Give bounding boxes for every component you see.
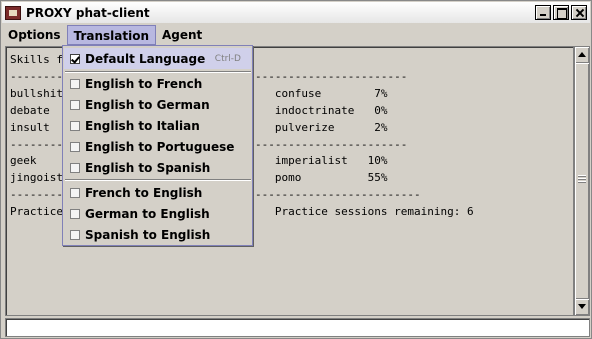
menu-item-spanish-to-english[interactable]: Spanish to English <box>64 224 251 245</box>
app-window: PROXY phat-client Options Translation Ag… <box>0 0 592 339</box>
menu-item-label: English to Italian <box>85 118 200 133</box>
scroll-down-icon[interactable] <box>575 299 589 315</box>
checkbox-icon <box>70 229 80 240</box>
scroll-up-icon[interactable] <box>575 47 589 63</box>
checkbox-icon <box>70 99 80 110</box>
vertical-scrollbar[interactable] <box>574 46 590 316</box>
scroll-thumb[interactable] <box>575 63 589 299</box>
checkbox-icon <box>70 78 80 89</box>
menu-item-english-to-portuguese[interactable]: English to Portuguese <box>64 136 251 157</box>
checkbox-icon <box>70 162 80 173</box>
checkbox-icon <box>70 120 80 131</box>
app-icon <box>5 5 21 20</box>
menu-agent[interactable]: Agent <box>156 25 208 45</box>
menu-item-english-to-spanish[interactable]: English to Spanish <box>64 157 251 178</box>
menu-item-label: English to French <box>85 76 203 91</box>
menu-item-label: Spanish to English <box>85 227 211 242</box>
menu-item-accelerator: Ctrl-D <box>214 53 241 64</box>
menu-item-label: French to English <box>85 185 203 200</box>
menu-item-label: Default Language <box>85 51 206 66</box>
command-input[interactable] <box>5 318 590 337</box>
menu-item-default-language[interactable]: Default Language Ctrl-D <box>64 48 251 69</box>
menu-item-english-to-italian[interactable]: English to Italian <box>64 115 251 136</box>
menu-item-english-to-german[interactable]: English to German <box>64 94 251 115</box>
checkbox-checked-icon <box>70 53 80 64</box>
checkbox-icon <box>70 141 80 152</box>
menu-item-german-to-english[interactable]: German to English <box>64 203 251 224</box>
menu-item-label: English to Portuguese <box>85 139 235 154</box>
checkbox-icon <box>70 187 80 198</box>
menu-item-english-to-french[interactable]: English to French <box>64 73 251 94</box>
checkbox-icon <box>70 208 80 219</box>
menu-item-label: German to English <box>85 206 210 221</box>
menu-item-label: English to Spanish <box>85 160 211 175</box>
close-icon[interactable] <box>571 5 587 20</box>
window-title: PROXY phat-client <box>26 5 150 20</box>
title-bar[interactable]: PROXY phat-client <box>2 2 590 23</box>
menu-options[interactable]: Options <box>2 25 67 45</box>
output-line: Skills f <box>10 53 63 66</box>
menu-item-label: English to German <box>85 97 210 112</box>
translation-dropdown: Default Language Ctrl-D English to Frenc… <box>62 45 253 246</box>
menu-bar: Options Translation Agent <box>2 24 590 45</box>
menu-item-french-to-english[interactable]: French to English <box>64 182 251 203</box>
minimize-icon[interactable] <box>535 5 551 20</box>
menu-translation[interactable]: Translation <box>66 24 156 45</box>
maximize-icon[interactable] <box>553 5 569 20</box>
menu-separator <box>65 179 251 181</box>
